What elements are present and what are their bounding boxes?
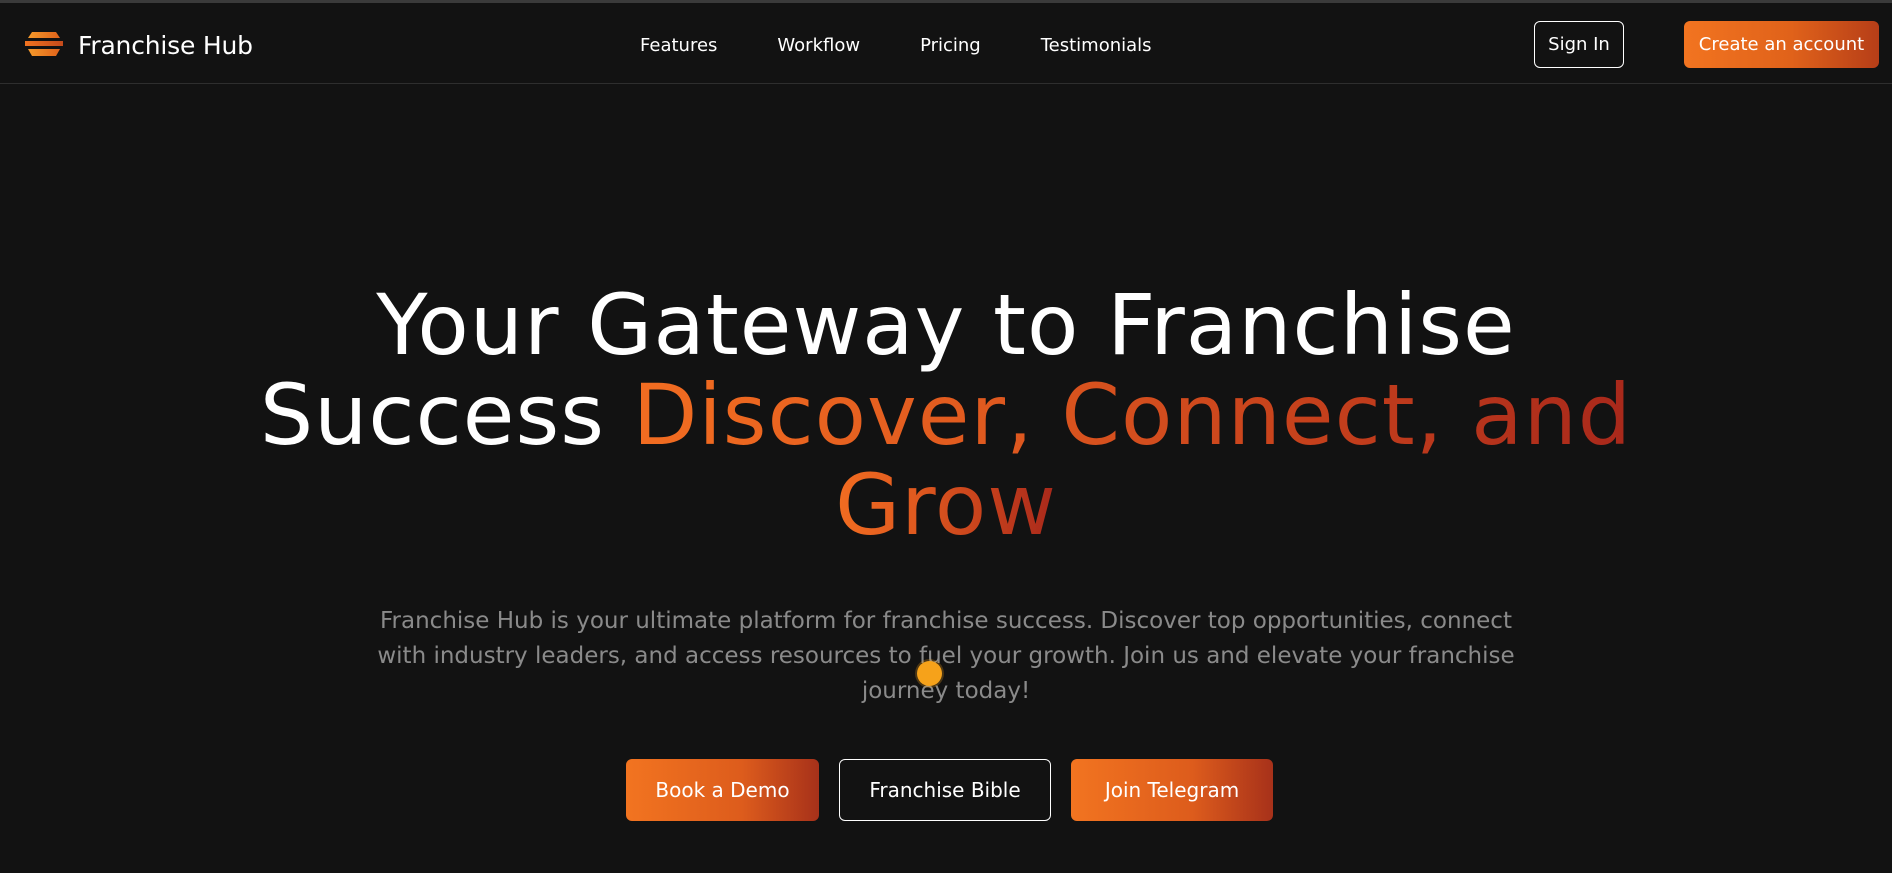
hero-title-line2-accent: Discover, Connect, and bbox=[632, 366, 1633, 464]
hero-subtitle: Franchise Hub is your ultimate platform … bbox=[377, 608, 1515, 704]
main-nav: Features Workflow Pricing Testimonials bbox=[640, 29, 1152, 61]
book-demo-button[interactable]: Book a Demo bbox=[626, 759, 819, 821]
brand-name: Franchise Hub bbox=[78, 30, 253, 60]
hero-title-line2-plain: Success bbox=[259, 366, 633, 464]
nav-link-pricing[interactable]: Pricing bbox=[920, 31, 981, 60]
hero-title-line1: Your Gateway to Franchise bbox=[376, 276, 1516, 374]
site-header: Franchise Hub Features Workflow Pricing … bbox=[0, 3, 1892, 84]
nav-link-workflow[interactable]: Workflow bbox=[777, 31, 860, 60]
brand[interactable]: Franchise Hub bbox=[22, 25, 253, 65]
cursor-indicator-icon bbox=[917, 661, 942, 686]
hero-section: Your Gateway to Franchise Success Discov… bbox=[0, 84, 1892, 873]
stacked-layers-logo-icon bbox=[25, 32, 63, 56]
cta-button-row: Book a Demo Franchise Bible Join Telegra… bbox=[0, 759, 1892, 821]
nav-link-testimonials[interactable]: Testimonials bbox=[1041, 31, 1152, 60]
sign-in-button[interactable]: Sign In bbox=[1534, 21, 1624, 68]
create-account-button[interactable]: Create an account bbox=[1684, 21, 1879, 68]
nav-link-features[interactable]: Features bbox=[640, 31, 717, 60]
franchise-bible-button[interactable]: Franchise Bible bbox=[839, 759, 1051, 821]
join-telegram-button[interactable]: Join Telegram bbox=[1071, 759, 1273, 821]
hero-title-line3-accent: Grow bbox=[835, 456, 1057, 554]
hero-title: Your Gateway to Franchise Success Discov… bbox=[146, 280, 1746, 550]
